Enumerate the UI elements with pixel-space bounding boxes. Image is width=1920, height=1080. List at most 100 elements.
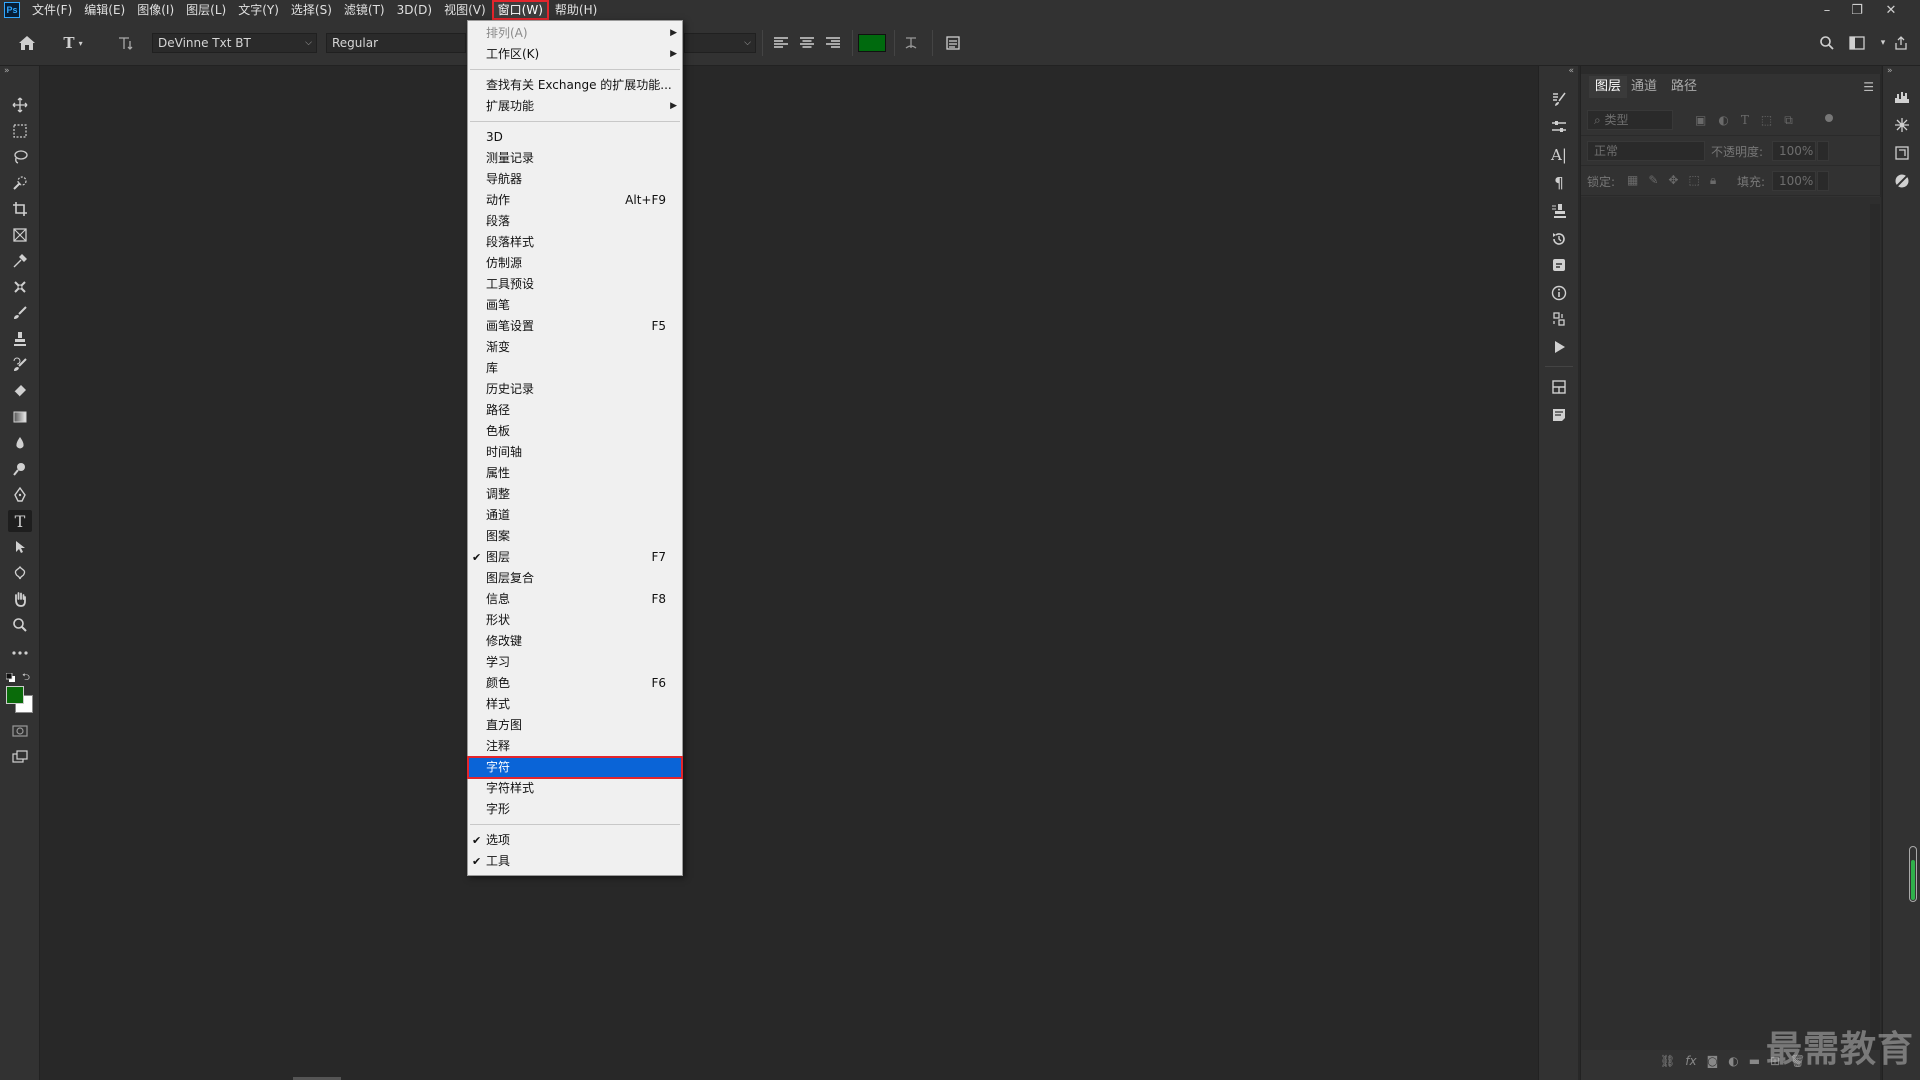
window-menu-item[interactable]: ✔ 图层 F7 [468, 547, 682, 568]
new-group-icon[interactable]: ▬ [1749, 1054, 1760, 1068]
lasso-tool-icon[interactable] [8, 146, 32, 168]
warp-text-icon[interactable] [900, 32, 922, 54]
lock-transparent-pixels-icon[interactable]: ▦ [1627, 173, 1638, 188]
search-icon[interactable] [1816, 32, 1838, 54]
color-wheel-icon[interactable] [1891, 170, 1913, 192]
window-menu-item[interactable]: 字符 [467, 756, 683, 779]
window-menu-item[interactable]: 形状 [468, 610, 682, 631]
panel-tab-1[interactable]: 通道 [1625, 76, 1663, 98]
window-menu-item[interactable]: 扩展功能 ▶ [468, 96, 682, 117]
adjustments-sliders-icon[interactable] [1548, 116, 1570, 138]
menu-7[interactable]: 3D(D) [391, 0, 438, 20]
lock-image-pixels-icon[interactable]: ✎ [1648, 173, 1658, 188]
window-menu-item[interactable]: 动作 Alt+F9 [468, 190, 682, 211]
fill-slider-button[interactable] [1817, 171, 1829, 191]
window-menu-item[interactable]: 直方图 [468, 715, 682, 736]
window-menu-item[interactable]: 段落 [468, 211, 682, 232]
window-menu-item[interactable]: 渐变 [468, 337, 682, 358]
collapse-arrows-icon[interactable]: » [4, 66, 10, 76]
window-menu-item[interactable]: ✔ 选项 [468, 830, 682, 851]
opacity-input[interactable]: 100% [1772, 141, 1816, 161]
new-adjustment-layer-icon[interactable]: ◐ [1728, 1054, 1738, 1068]
window-menu-item[interactable]: 通道 [468, 505, 682, 526]
menu-5[interactable]: 选择(S) [285, 0, 338, 20]
align-right-icon[interactable] [822, 32, 844, 54]
more-tools-icon[interactable] [8, 642, 32, 664]
info-icon[interactable] [1548, 282, 1570, 304]
window-menu-item[interactable]: 属性 [468, 463, 682, 484]
layers-scrollbar[interactable] [1870, 204, 1880, 1050]
default-colors-icon[interactable] [5, 672, 15, 682]
anti-alias-select[interactable]: ⌵ [684, 33, 756, 53]
workspace-switcher-icon[interactable] [1846, 32, 1868, 54]
menu-3[interactable]: 图层(L) [180, 0, 232, 20]
share-icon[interactable] [1890, 32, 1912, 54]
layer-comps-icon[interactable] [1548, 308, 1570, 330]
window-menu-item[interactable]: 画笔 [468, 295, 682, 316]
menu-6[interactable]: 滤镜(T) [338, 0, 391, 20]
screen-mode-icon[interactable] [8, 746, 32, 768]
link-layers-icon[interactable]: ⛓︎ [1660, 1054, 1675, 1068]
blend-mode-select[interactable]: 正常 [1587, 141, 1705, 161]
window-menu-item[interactable]: 测量记录 [468, 148, 682, 169]
pen-tool-icon[interactable] [8, 484, 32, 506]
healing-brush-tool-icon[interactable] [8, 276, 32, 298]
window-menu-item[interactable]: 路径 [468, 400, 682, 421]
filter-shape-icon[interactable]: ⬚ [1761, 113, 1772, 128]
quick-mask-icon[interactable] [8, 720, 32, 742]
filter-pixel-icon[interactable]: ▣ [1695, 113, 1706, 128]
window-menu-item[interactable]: 字符样式 [468, 778, 682, 799]
path-selection-tool-icon[interactable] [8, 536, 32, 558]
lock-artboard-icon[interactable]: ⬚ [1688, 173, 1699, 188]
foreground-color-swatch[interactable] [6, 686, 24, 704]
frame-tool-icon[interactable] [8, 224, 32, 246]
blur-tool-icon[interactable] [8, 432, 32, 454]
layer-style-fx-icon[interactable]: fx [1685, 1054, 1696, 1068]
marquee-tool-icon[interactable] [8, 120, 32, 142]
window-menu-item[interactable]: ✔ 工具 [468, 851, 682, 872]
eraser-tool-icon[interactable] [8, 380, 32, 402]
window-menu-item[interactable]: 段落样式 [468, 232, 682, 253]
notes-icon[interactable] [1548, 404, 1570, 426]
crop-tool-icon[interactable] [8, 198, 32, 220]
type-tool-icon[interactable]: T [8, 510, 32, 532]
add-mask-icon[interactable]: ◙ [1707, 1054, 1719, 1068]
opacity-slider-button[interactable] [1817, 141, 1829, 161]
window-menu-item[interactable]: 查找有关 Exchange 的扩展功能... [468, 75, 682, 96]
paragraph-panel-icon[interactable]: ¶ [1548, 172, 1570, 194]
window-menu-item[interactable]: 历史记录 [468, 379, 682, 400]
window-menu-item[interactable]: 注释 [468, 736, 682, 757]
filter-smart-object-icon[interactable]: ⧉ [1784, 113, 1793, 128]
panel-tab-2[interactable]: 路径 [1665, 76, 1703, 98]
font-style-select[interactable]: Regular [326, 33, 466, 53]
toggle-text-orientation-icon[interactable] [114, 32, 136, 54]
glyphs-icon[interactable] [1891, 142, 1913, 164]
menu-10[interactable]: 帮助(H) [549, 0, 603, 20]
window-menu-item[interactable]: 工具预设 [468, 274, 682, 295]
fill-input[interactable]: 100% [1772, 171, 1816, 191]
window-menu-item[interactable]: 仿制源 [468, 253, 682, 274]
clone-source-icon[interactable] [1548, 200, 1570, 222]
character-panel-icon[interactable]: A| [1548, 144, 1570, 166]
navigator-icon[interactable] [1891, 114, 1913, 136]
filter-type-select[interactable]: ⌕ 类型 [1587, 110, 1673, 130]
window-menu-item[interactable]: 字形 [468, 799, 682, 820]
histogram-icon[interactable] [1891, 86, 1913, 108]
align-left-icon[interactable] [770, 32, 792, 54]
window-menu-item[interactable]: 图层复合 [468, 568, 682, 589]
document-canvas-area[interactable] [41, 66, 1538, 1080]
history-icon[interactable] [1548, 228, 1570, 250]
properties-icon[interactable] [1548, 376, 1570, 398]
menu-9[interactable]: 窗口(W) [491, 0, 549, 20]
brush-tool-icon[interactable] [8, 302, 32, 324]
gradient-tool-icon[interactable] [8, 406, 32, 428]
layers-list[interactable] [1581, 197, 1881, 1050]
actions-play-icon[interactable] [1548, 336, 1570, 358]
filter-toggle-icon[interactable] [1825, 114, 1833, 122]
move-tool-icon[interactable] [8, 94, 32, 116]
window-menu-item[interactable]: 学习 [468, 652, 682, 673]
text-color-swatch[interactable] [858, 34, 886, 52]
panel-tab-0[interactable]: 图层 [1589, 76, 1628, 98]
filter-adjustment-icon[interactable]: ◐ [1718, 113, 1728, 128]
home-icon[interactable] [16, 32, 38, 54]
